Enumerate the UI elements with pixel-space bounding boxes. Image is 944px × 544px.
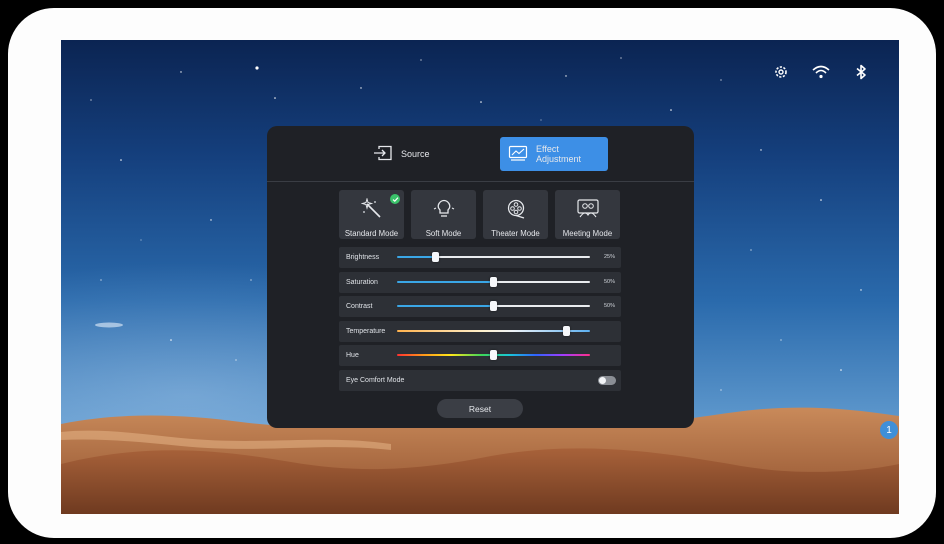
notification-badge[interactable]: 1 <box>880 421 898 439</box>
brightness-slider-track[interactable] <box>397 256 590 258</box>
mode-standard[interactable]: Standard Mode <box>339 190 404 239</box>
wifi-icon[interactable] <box>811 62 831 82</box>
mode-soft-label: Soft Mode <box>425 229 462 238</box>
hue-slider-handle[interactable] <box>490 350 497 360</box>
saturation-value: 50% <box>603 278 615 285</box>
magic-wand-icon <box>360 197 383 225</box>
contrast-slider-handle[interactable] <box>490 301 497 311</box>
bluetooth-icon[interactable] <box>851 62 871 82</box>
mode-meeting-label: Meeting Mode <box>562 229 613 238</box>
eye-comfort-label: Eye Comfort Mode <box>346 376 405 384</box>
eye-comfort-toggle[interactable] <box>598 375 616 385</box>
temperature-slider-track[interactable] <box>397 329 590 332</box>
saturation-label: Saturation <box>346 278 378 286</box>
temperature-slider-handle[interactable] <box>563 325 571 336</box>
eye-comfort-row: Eye Comfort Mode <box>339 369 621 391</box>
tab-effect-label: Effect Adjustment <box>536 144 582 164</box>
reset-button[interactable]: Reset <box>437 399 523 418</box>
temperature-row: Temperature <box>339 320 621 342</box>
brightness-slider-handle[interactable] <box>432 252 440 262</box>
tab-source[interactable]: Source <box>363 137 473 171</box>
contrast-label: Contrast <box>346 303 373 310</box>
mode-theater[interactable]: Theater Mode <box>483 190 548 239</box>
lightbulb-icon <box>433 198 455 225</box>
hue-row: Hue <box>339 345 621 366</box>
contrast-row: Contrast 50% <box>339 296 621 317</box>
gear-icon[interactable] <box>771 62 791 82</box>
tab-effect-adjustment[interactable]: Effect Adjustment <box>500 137 608 171</box>
picture-settings-panel: Source Effect Adjustment Standard Mode S… <box>267 126 694 428</box>
selected-check-icon <box>390 194 400 204</box>
input-source-icon <box>373 145 393 163</box>
picture-mode-list: Standard Mode Soft Mode Theater Mode Mee… <box>339 190 620 239</box>
film-reel-icon <box>505 198 527 225</box>
saturation-slider-handle[interactable] <box>490 276 497 287</box>
status-icons <box>771 62 871 82</box>
tab-source-label: Source <box>401 149 430 159</box>
image-adjust-icon <box>508 145 528 163</box>
brightness-value: 25% <box>603 254 615 260</box>
hue-label: Hue <box>346 352 359 359</box>
contrast-value: 50% <box>603 303 615 309</box>
brightness-row: Brightness 25% <box>339 247 621 268</box>
brightness-label: Brightness <box>346 254 380 261</box>
mode-soft[interactable]: Soft Mode <box>411 190 476 239</box>
mode-meeting[interactable]: Meeting Mode <box>555 190 620 239</box>
tab-bar: Source Effect Adjustment <box>267 126 694 182</box>
temperature-label: Temperature <box>346 327 386 335</box>
mode-theater-label: Theater Mode <box>491 229 540 238</box>
saturation-row: Saturation 50% <box>339 271 621 293</box>
meeting-icon <box>576 198 600 225</box>
adjustment-sliders: Brightness 25% Saturation 50% Contrast 5… <box>339 247 621 394</box>
mode-standard-label: Standard Mode <box>344 229 399 238</box>
